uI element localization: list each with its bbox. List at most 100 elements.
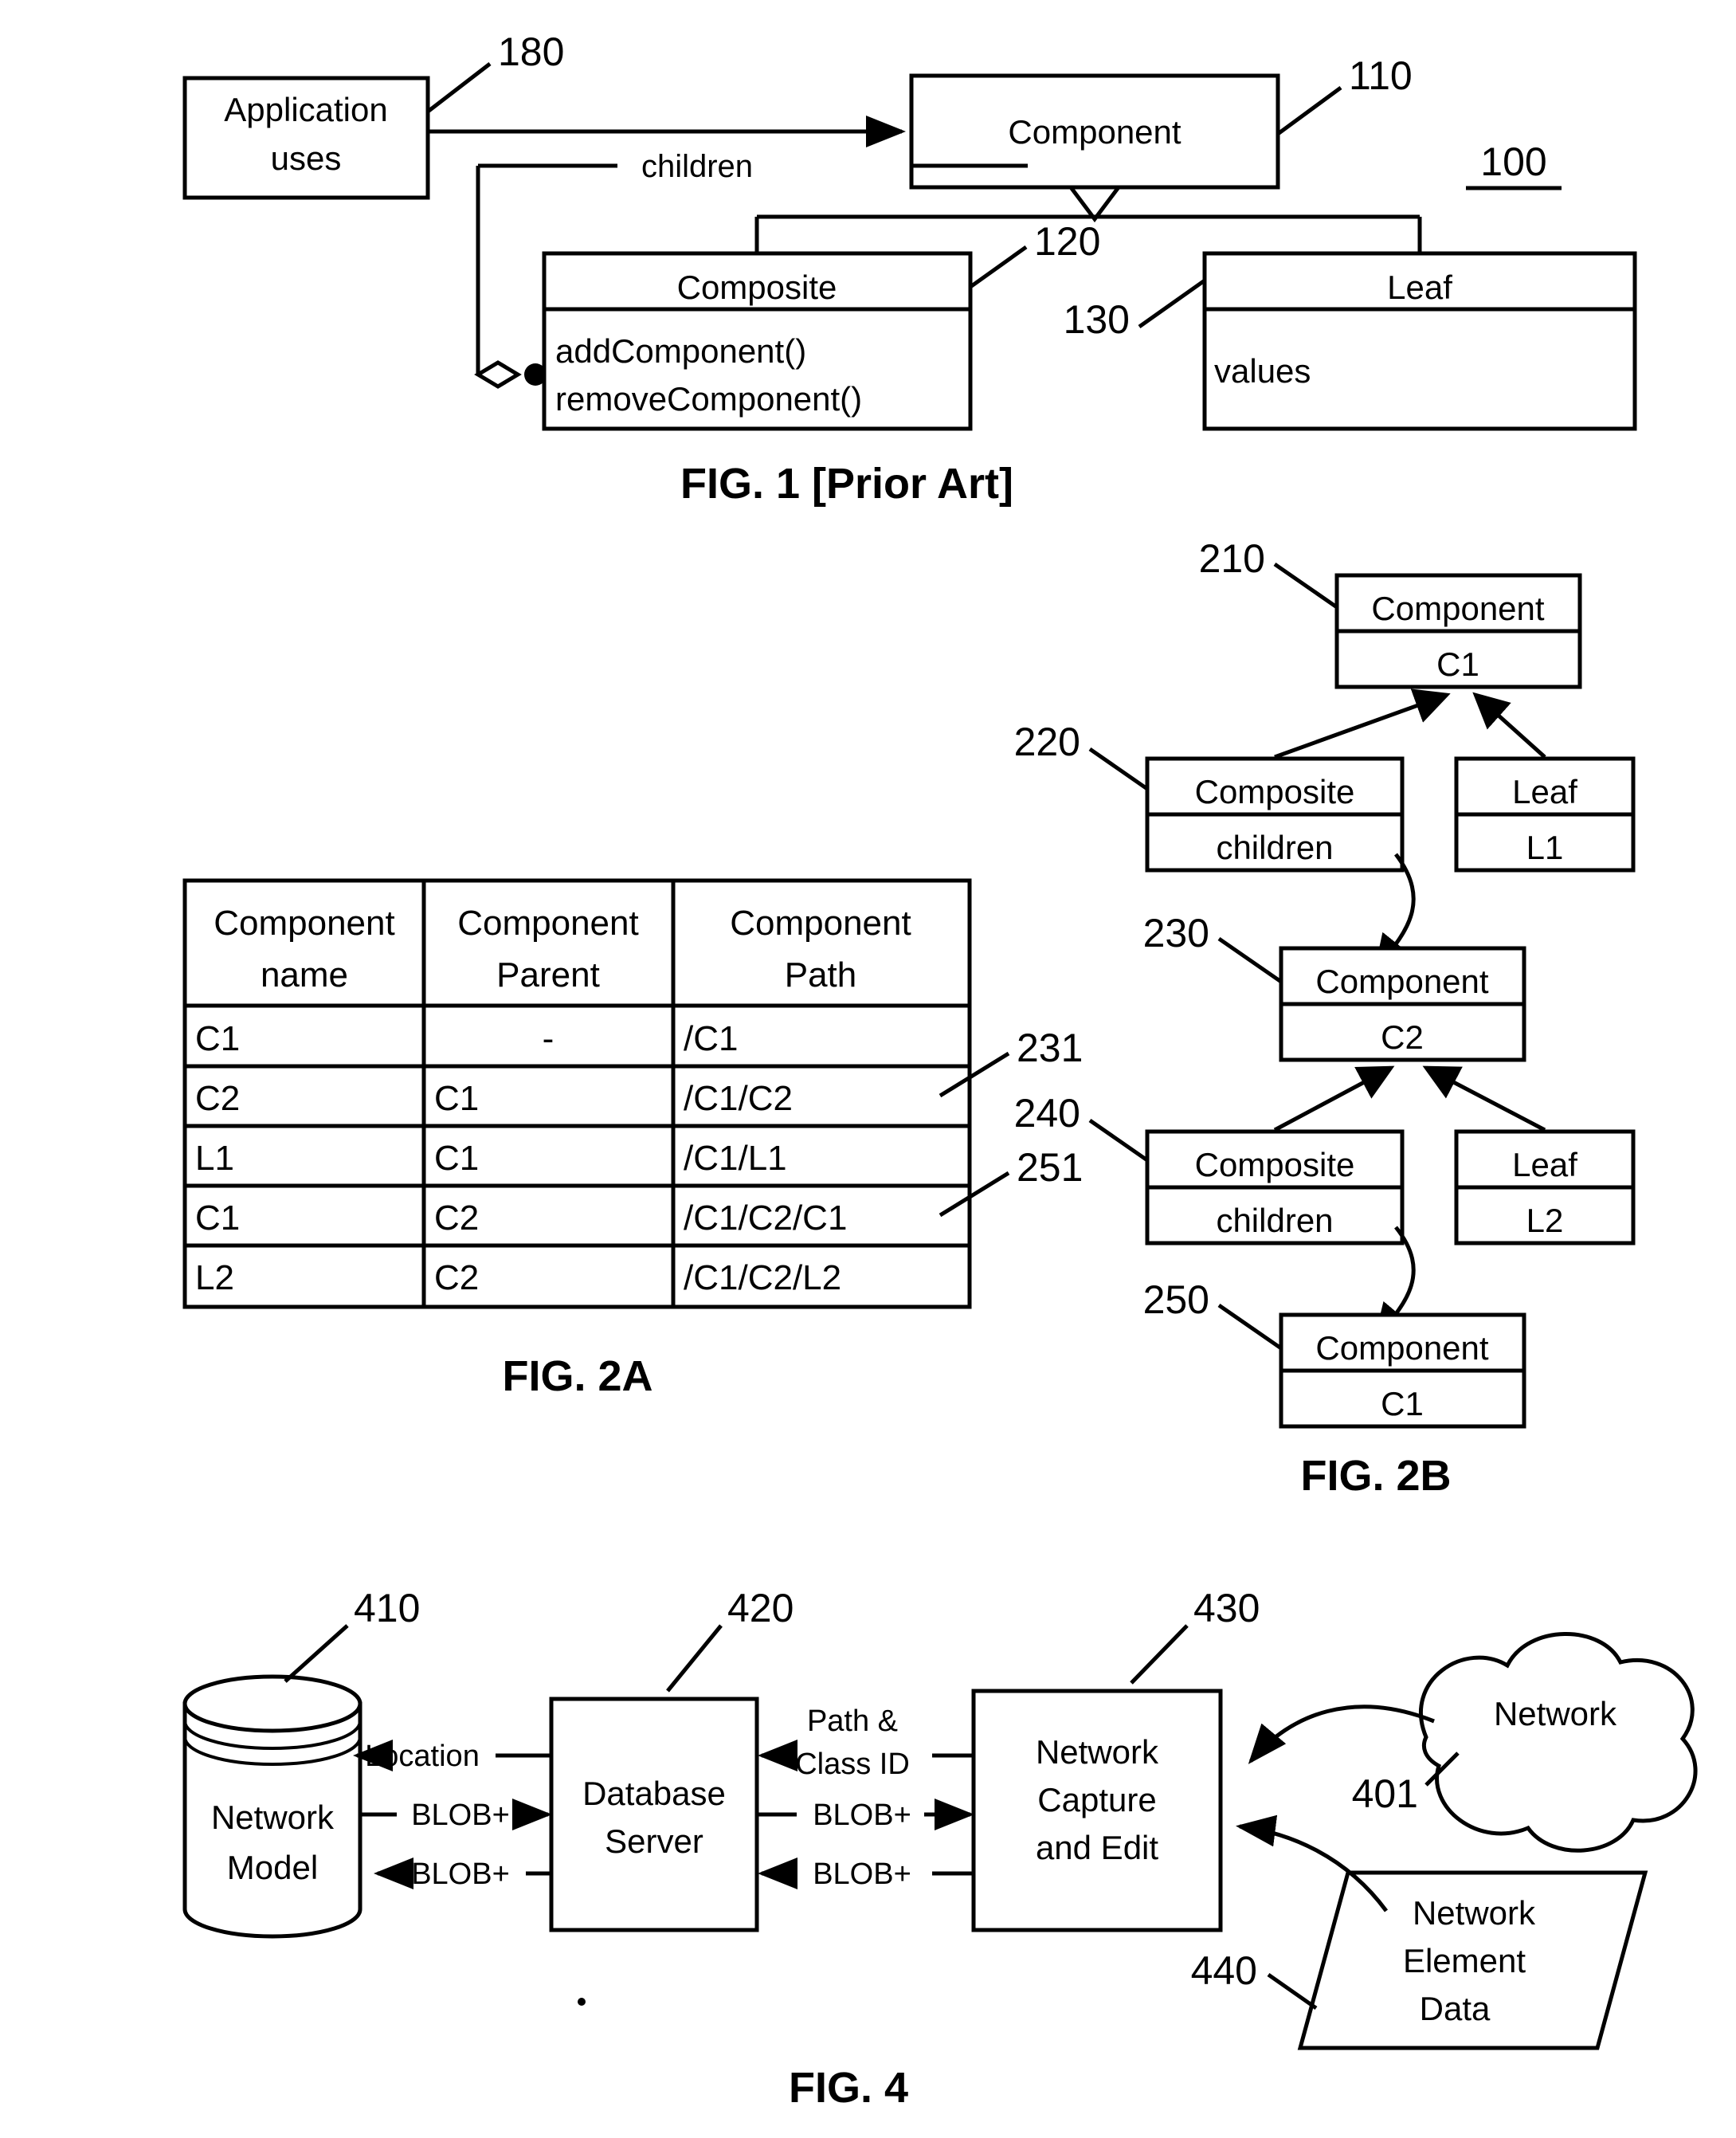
fig4-ref-430: 430 [1193, 1586, 1260, 1630]
fig2b-ref250-leader [1217, 1303, 1283, 1351]
fig2b-component-c1-bot-title: Component [1315, 1329, 1488, 1367]
fig2a-cell-r0-path: /C1 [684, 1019, 738, 1058]
fig2b-arrow-composite1-to-c1 [1274, 688, 1451, 759]
fig4-edge-path-classid-line2: Class ID [795, 1748, 910, 1781]
fig4-ref430-leader [1130, 1624, 1189, 1685]
fig2b-leaf-l1-title: Leaf [1512, 773, 1577, 810]
fig2a-cell-r4-name: L2 [195, 1258, 234, 1297]
fig4-caption: FIG. 4 [789, 2064, 908, 2112]
fig1-children-label: children [641, 149, 753, 184]
fig2b-ref-230: 230 [1143, 911, 1209, 955]
fig2a-cell-r3-path: /C1/C2/C1 [684, 1198, 847, 1238]
fig2b-arrow-leafl2-to-c2 [1422, 1065, 1546, 1132]
fig4-network-capture-line3: and Edit [1036, 1829, 1158, 1866]
fig2b-composite-1-value: children [1216, 829, 1333, 866]
fig4-ref440-leader [1267, 1972, 1318, 2011]
fig2a-cell-r0-parent: - [543, 1019, 555, 1058]
fig2a-cell-r2-name: L1 [195, 1139, 234, 1178]
fig4-network-model-line2: Model [227, 1849, 318, 1886]
fig4-network-element-data-line1: Network [1413, 1894, 1536, 1932]
fig4-database-server-line2: Server [605, 1822, 703, 1860]
fig2b-composite-2-title: Composite [1195, 1146, 1355, 1183]
fig1-aggregation-diamond [474, 360, 522, 389]
fig2a-header-2-line2: Path [785, 955, 857, 994]
fig2a-header-1-line2: Parent [496, 955, 600, 994]
fig4-edge-blob-from-db-label: BLOB+ [411, 1858, 510, 1891]
fig1-ref120-leader [969, 245, 1028, 289]
fig2b-ref220-leader [1088, 747, 1149, 791]
fig4-edge-location-label: Location [365, 1740, 480, 1773]
fig4-edge-path-classid-line1: Path & [807, 1705, 898, 1738]
fig4-network-capture-line1: Network [1036, 1733, 1159, 1771]
fig2b-component-c2-value: C2 [1381, 1018, 1424, 1056]
fig2b-leaf-l1-value: L1 [1526, 829, 1564, 866]
fig2a-caption: FIG. 2A [502, 1352, 652, 1400]
fig2b-component-c1-top-title: Component [1371, 590, 1544, 627]
fig2b-ref-220: 220 [1014, 720, 1080, 764]
fig1-inheritance-triangle [1069, 186, 1120, 223]
fig2a-cell-r1-name: C2 [195, 1079, 240, 1118]
fig2b-ref-240: 240 [1014, 1091, 1080, 1136]
fig4-ref-401: 401 [1352, 1771, 1418, 1816]
fig1-caption: FIG. 1 [Prior Art] [680, 460, 1013, 508]
fig1-composite-method2: removeComponent() [555, 380, 862, 418]
fig4-network-element-data-line2: Element [1403, 1942, 1526, 1979]
fig4-ref410-leader [284, 1624, 349, 1683]
fig2a-header-0-line2: name [261, 955, 348, 994]
fig2b-ref-210: 210 [1199, 536, 1265, 581]
fig2b-group: Component C1 210 Composite children 220 … [1014, 536, 1636, 1500]
fig1-group: Application uses 180 Component 110 100 c… [182, 29, 1637, 508]
fig2b-arrow-composite2-to-c2 [1273, 1065, 1395, 1132]
fig2a-header-0-line1: Component [214, 904, 394, 943]
fig2b-ref230-leader [1217, 936, 1283, 984]
fig2b-component-c1-top-value: C1 [1436, 645, 1479, 683]
fig2a-header-1-line1: Component [457, 904, 638, 943]
fig4-ref420-leader [666, 1624, 723, 1693]
fig4-edge-blob-out-label: BLOB+ [813, 1858, 911, 1891]
fig4-network-model-line1: Network [211, 1799, 335, 1836]
fig2a-cell-r1-path: /C1/C2 [684, 1079, 793, 1118]
fig4-ref-410: 410 [354, 1586, 420, 1630]
fig4-group: Network Model 410 Database Server 420 Ne… [182, 1586, 1698, 2112]
fig4-network-cloud [1419, 1632, 1698, 1853]
fig1-ref-120: 120 [1034, 219, 1100, 264]
fig4-database-server-line1: Database [582, 1775, 726, 1812]
fig4-ref-440: 440 [1191, 1948, 1257, 1993]
fig2a-ref-231: 231 [1017, 1026, 1083, 1070]
fig1-ref-180: 180 [498, 29, 564, 74]
fig2a-cell-r4-path: /C1/C2/L2 [684, 1258, 841, 1297]
fig2b-ref-250: 250 [1143, 1277, 1209, 1322]
fig2b-composite-1-title: Composite [1195, 773, 1355, 810]
fig4-network-element-data-line3: Data [1420, 1990, 1491, 2027]
fig2b-ref210-leader [1273, 562, 1338, 610]
fig4-ref-420: 420 [727, 1586, 794, 1630]
fig4-network-capture-line2: Capture [1037, 1781, 1156, 1818]
fig2b-leaf-l2-value: L2 [1526, 1202, 1564, 1239]
fig2b-caption: FIG. 2B [1300, 1452, 1451, 1500]
fig4-stray-dot [578, 1998, 586, 2006]
fig1-ref180-leader [426, 62, 492, 113]
figures-canvas: Application uses 180 Component 110 100 c… [182, 29, 1698, 2112]
fig2a-cell-r2-path: /C1/L1 [684, 1139, 787, 1178]
fig2b-ref240-leader [1088, 1118, 1149, 1163]
fig2b-composite-2-value: children [1216, 1202, 1333, 1239]
fig1-composite-title: Composite [677, 269, 837, 306]
fig4-database-server-box [549, 1697, 759, 1932]
fig2a-cell-r4-parent: C2 [434, 1258, 479, 1297]
fig2a-table [182, 878, 972, 1309]
fig4-network-cloud-label: Network [1494, 1695, 1617, 1732]
fig1-component-title: Component [1008, 113, 1181, 151]
fig2a-group: Component name Component Parent Componen… [182, 878, 1083, 1400]
fig2b-leaf-l2-title: Leaf [1512, 1146, 1577, 1183]
fig1-ref130-leader [1138, 278, 1206, 329]
fig2a-cell-r2-parent: C1 [434, 1139, 479, 1178]
fig4-edge-network-to-capture [1248, 1705, 1435, 1764]
fig4-edge-blob-to-db-label: BLOB+ [411, 1799, 510, 1832]
fig2b-arrow-leafl1-to-c1 [1472, 692, 1546, 759]
fig1-leaf-title: Leaf [1387, 269, 1452, 306]
fig1-application-line2: uses [271, 139, 342, 177]
fig4-network-model-cylinder-top [182, 1674, 362, 1733]
fig1-composite-method1: addComponent() [555, 332, 806, 370]
fig4-edge-blob-in-label: BLOB+ [813, 1799, 911, 1832]
fig2a-cell-r3-parent: C2 [434, 1198, 479, 1238]
